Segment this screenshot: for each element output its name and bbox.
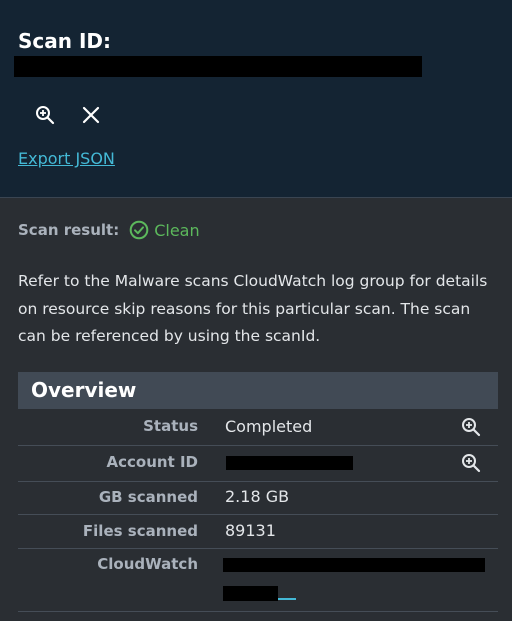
- gb-scanned-value: 2.18 GB: [225, 487, 290, 506]
- files-scanned-value: 89131: [225, 521, 276, 540]
- scan-result-value: Clean: [154, 220, 200, 240]
- close-button[interactable]: [79, 103, 103, 127]
- overview-row-status: Status Completed: [18, 409, 498, 446]
- status-key: Status: [143, 417, 198, 435]
- status-value: Completed: [225, 417, 313, 436]
- gb-scanned-key: GB scanned: [98, 488, 198, 506]
- overview-row-gb-scanned: GB scanned 2.18 GB: [18, 481, 498, 515]
- zoom-in-icon: [36, 106, 55, 125]
- scan-id-title: Scan ID:: [18, 29, 111, 53]
- account-id-key: Account ID: [106, 453, 198, 471]
- export-json-link[interactable]: Export JSON: [18, 149, 115, 169]
- cloudwatch-link-underline[interactable]: [278, 598, 296, 600]
- cloudwatch-link-redacted[interactable]: [223, 558, 485, 572]
- overview-row-cloudwatch: CloudWatch: [18, 548, 498, 612]
- scan-result-label: Scan result:: [18, 221, 120, 239]
- cloudwatch-link-redacted-2[interactable]: [223, 586, 278, 601]
- close-icon: [82, 106, 100, 124]
- scan-details-panel: Scan ID: Export JSON Scan result: Clean …: [0, 0, 512, 621]
- overview-title: Overview: [31, 378, 137, 402]
- scan-id-redacted: [14, 56, 422, 77]
- zoom-in-icon[interactable]: [461, 453, 481, 473]
- scan-result-row: Scan result: Clean: [18, 220, 200, 240]
- overview-row-files-scanned: Files scanned 89131: [18, 514, 498, 549]
- account-id-redacted: [226, 456, 353, 470]
- check-circle-icon: [129, 220, 149, 240]
- panel-header: Scan ID: Export JSON: [0, 0, 512, 198]
- overview-row-account-id: Account ID: [18, 445, 498, 482]
- scan-description: Refer to the Malware scans CloudWatch lo…: [18, 272, 488, 345]
- cloudwatch-key: CloudWatch: [97, 555, 198, 573]
- zoom-in-icon[interactable]: [461, 417, 481, 437]
- files-scanned-key: Files scanned: [82, 522, 198, 540]
- zoom-in-button[interactable]: [33, 103, 57, 127]
- overview-section-header: Overview: [18, 372, 498, 409]
